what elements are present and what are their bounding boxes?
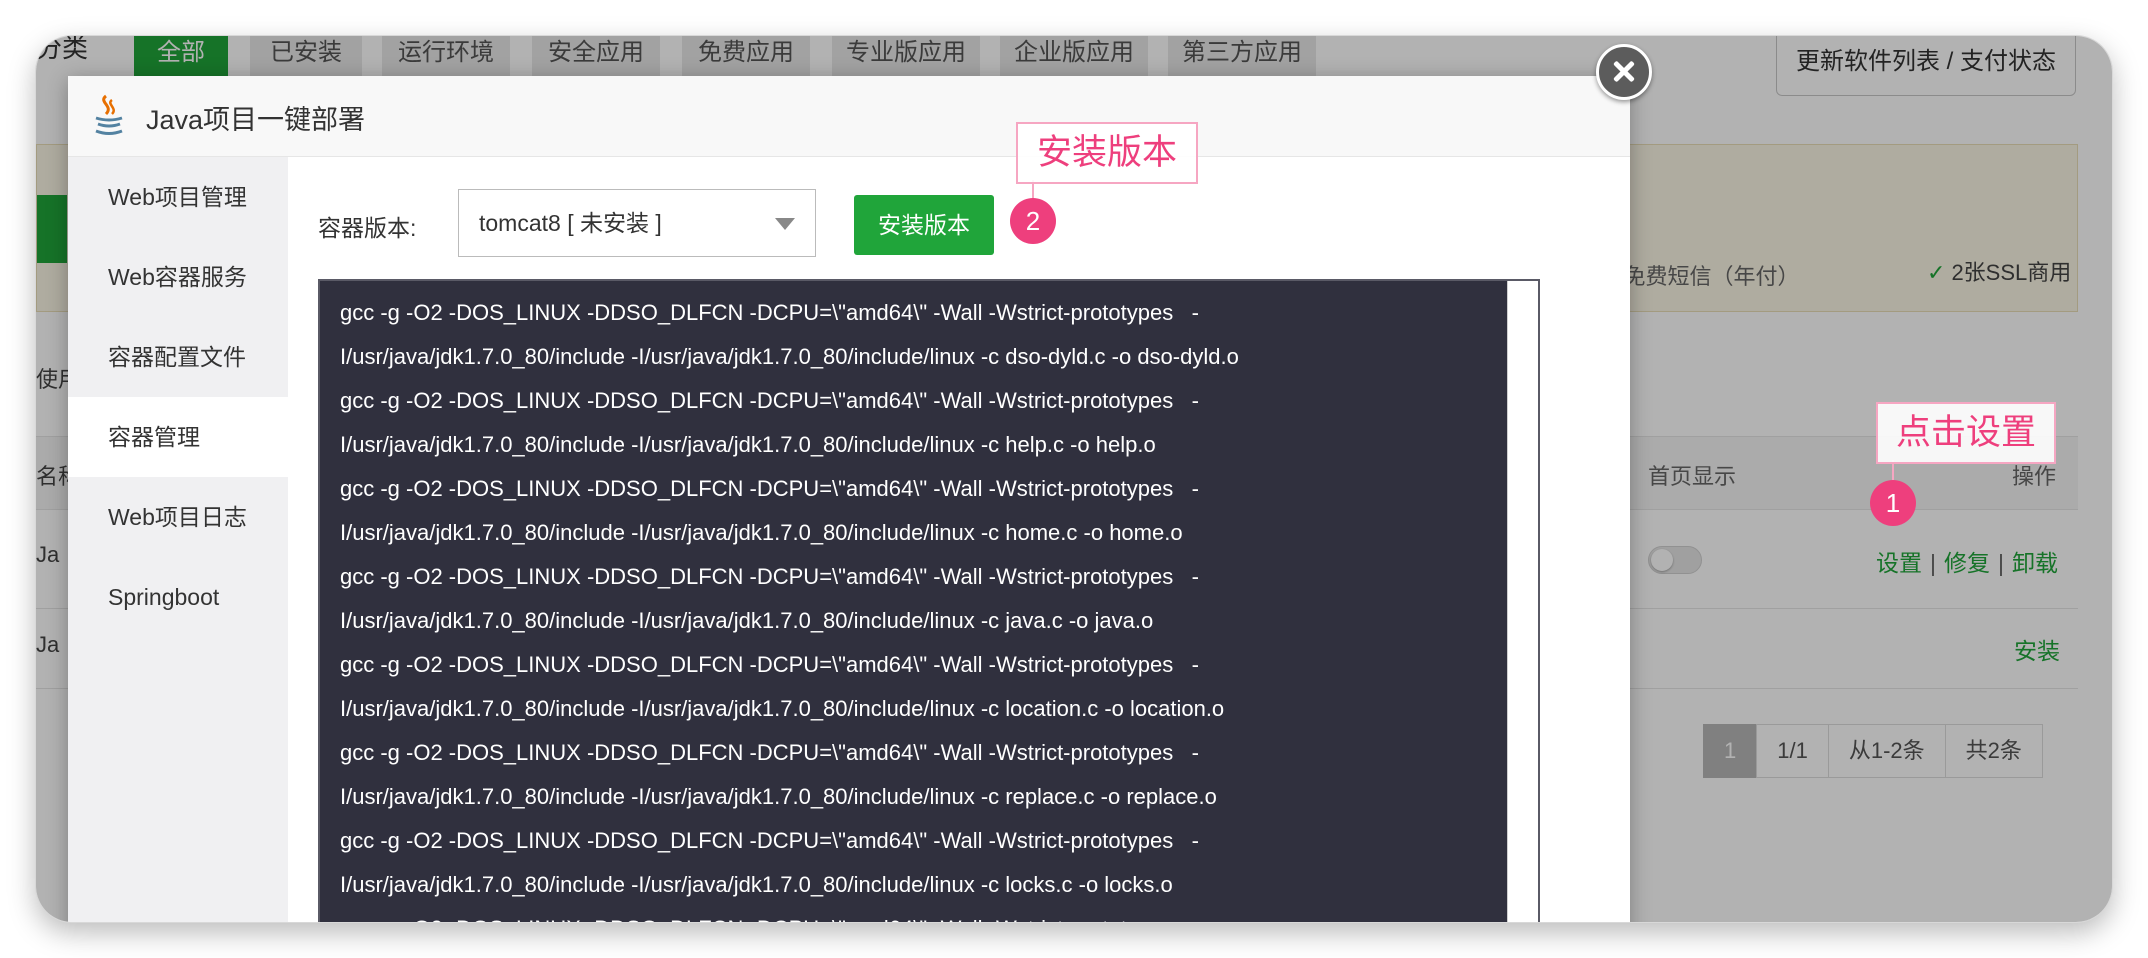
install-log-console[interactable]: gcc -g -O2 -DOS_LINUX -DDSO_DLFCN -DCPU=… <box>318 279 1540 922</box>
chevron-down-icon <box>775 218 795 230</box>
log-line: gcc -g -O2 -DOS_LINUX -DDSO_DLFCN -DCPU=… <box>340 828 1199 853</box>
log-line: gcc -g -O2 -DOS_LINUX -DDSO_DLFCN -DCPU=… <box>340 652 1199 677</box>
step-marker-2: 2 <box>1010 198 1056 244</box>
log-line: gcc -g -O2 -DOS_LINUX -DDSO_DLFCN -DCPU=… <box>340 740 1199 765</box>
step-marker-1: 1 <box>1870 480 1916 526</box>
sidebar-item-web-container-service[interactable]: Web容器服务 <box>68 237 288 317</box>
log-line: gcc -g -O2 -DOS_LINUX -DDSO_DLFCN -DCPU=… <box>340 388 1199 413</box>
log-line: gcc -g -O2 -DOS_LINUX -DDSO_DLFCN -DCPU=… <box>340 907 1510 922</box>
log-scrollbar[interactable] <box>1507 281 1538 922</box>
sidebar-item-springboot[interactable]: Springboot <box>68 557 288 637</box>
log-line: I/usr/java/jdk1.7.0_80/include -I/usr/ja… <box>340 872 1173 897</box>
sidebar-item-web-project-log[interactable]: Web项目日志 <box>68 477 288 557</box>
container-version-value: tomcat8 [ 未安装 ] <box>479 210 662 236</box>
log-line: I/usr/java/jdk1.7.0_80/include -I/usr/ja… <box>340 608 1154 633</box>
close-icon[interactable] <box>1596 44 1652 100</box>
java-coffee-cup-icon <box>95 94 123 135</box>
sidebar-item-container-management[interactable]: 容器管理 <box>68 397 288 477</box>
container-version-label: 容器版本: <box>318 215 417 241</box>
callout-click-settings: 点击设置 <box>1876 402 2056 464</box>
log-line: I/usr/java/jdk1.7.0_80/include -I/usr/ja… <box>340 344 1239 369</box>
modal-header: Java项目一键部署 <box>68 76 1630 157</box>
modal-title: Java项目一键部署 <box>146 105 366 135</box>
log-lines: gcc -g -O2 -DOS_LINUX -DDSO_DLFCN -DCPU=… <box>340 291 1510 922</box>
log-line: I/usr/java/jdk1.7.0_80/include -I/usr/ja… <box>340 696 1225 721</box>
log-line: gcc -g -O2 -DOS_LINUX -DDSO_DLFCN -DCPU=… <box>340 476 1199 501</box>
log-line: I/usr/java/jdk1.7.0_80/include -I/usr/ja… <box>340 520 1183 545</box>
log-line: I/usr/java/jdk1.7.0_80/include -I/usr/ja… <box>340 432 1156 457</box>
callout-install-version: 安装版本 <box>1016 122 1198 184</box>
sidebar-item-container-config[interactable]: 容器配置文件 <box>68 317 288 397</box>
log-line: I/usr/java/jdk1.7.0_80/include -I/usr/ja… <box>340 784 1217 809</box>
sidebar-item-web-project-management[interactable]: Web项目管理 <box>68 157 288 237</box>
container-version-select[interactable]: tomcat8 [ 未安装 ] <box>458 189 816 257</box>
modal-sidebar: Web项目管理 Web容器服务 容器配置文件 容器管理 Web项目日志 Spri… <box>68 157 288 922</box>
screenshot-frame: 分类 全部 已安装 运行环境 安全应用 免费应用 专业版应用 企业版应用 第三方… <box>36 36 2112 922</box>
modal-content: 容器版本: tomcat8 [ 未安装 ] 安装版本 gcc -g -O2 -D… <box>288 157 1630 922</box>
log-line: gcc -g -O2 -DOS_LINUX -DDSO_DLFCN -DCPU=… <box>340 564 1199 589</box>
install-version-button[interactable]: 安装版本 <box>854 195 994 255</box>
log-line: gcc -g -O2 -DOS_LINUX -DDSO_DLFCN -DCPU=… <box>340 300 1199 325</box>
java-deploy-modal: Java项目一键部署 Web项目管理 Web容器服务 容器配置文件 容器管理 W… <box>68 76 1630 922</box>
